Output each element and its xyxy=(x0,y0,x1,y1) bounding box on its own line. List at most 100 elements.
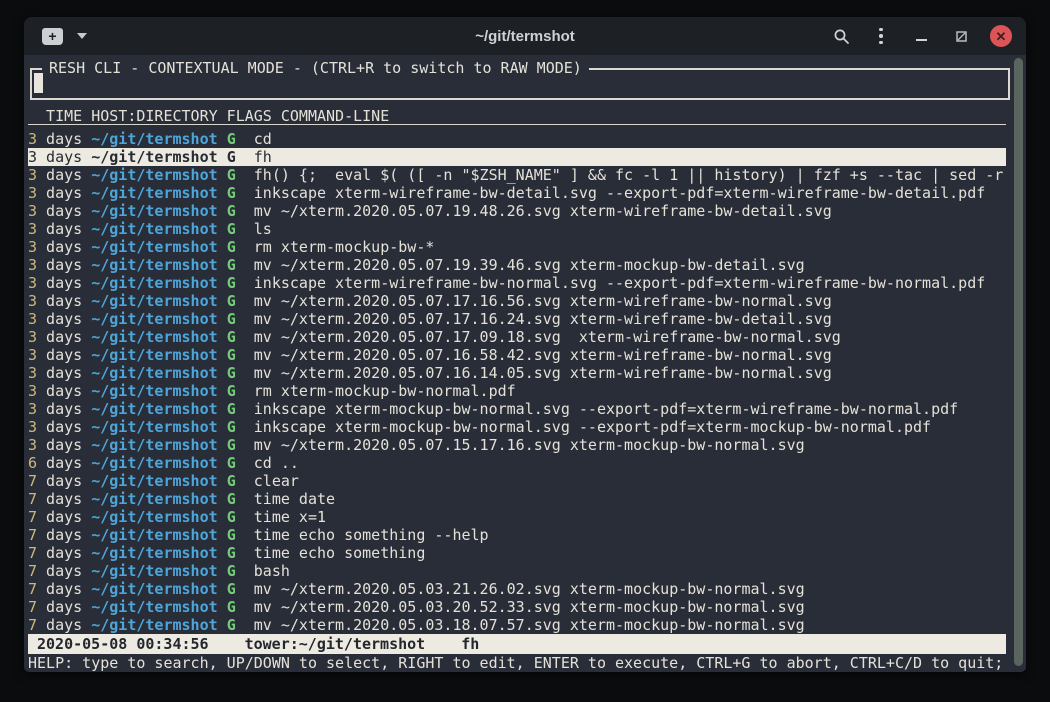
history-row[interactable]: 3 days ~/git/termshot G fh xyxy=(28,148,1006,166)
close-button[interactable]: ✕ xyxy=(990,25,1012,47)
history-row[interactable]: 6 days ~/git/termshot G cd .. xyxy=(28,454,1006,472)
cell-command: inkscape xterm-mockup-bw-normal.svg --ex… xyxy=(254,400,958,418)
history-row[interactable]: 3 days ~/git/termshot G inkscape xterm-m… xyxy=(28,418,1006,436)
cell-command: time date xyxy=(254,490,335,508)
cell-command: mv ~/xterm.2020.05.03.20.52.33.svg xterm… xyxy=(254,598,805,616)
history-row[interactable]: 7 days ~/git/termshot G time date xyxy=(28,490,1006,508)
cell-command: bash xyxy=(254,562,290,580)
menu-button[interactable] xyxy=(870,25,892,47)
history-row[interactable]: 7 days ~/git/termshot G time x=1 xyxy=(28,508,1006,526)
status-command: fh xyxy=(461,635,479,653)
cell-time-number: 7 xyxy=(28,508,37,526)
cell-command: mv ~/xterm.2020.05.03.21.26.02.svg xterm… xyxy=(254,580,805,598)
cell-flags: G xyxy=(227,346,236,364)
history-row[interactable]: 7 days ~/git/termshot G bash xyxy=(28,562,1006,580)
cell-directory: ~/git/termshot xyxy=(91,418,217,436)
titlebar[interactable]: ~/git/termshot + xyxy=(24,17,1026,55)
cell-time-number: 3 xyxy=(28,202,37,220)
history-row[interactable]: 3 days ~/git/termshot G inkscape xterm-w… xyxy=(28,184,1006,202)
cell-time-number: 3 xyxy=(28,400,37,418)
cell-directory: ~/git/termshot xyxy=(91,166,217,184)
cell-command: inkscape xterm-wireframe-bw-normal.svg -… xyxy=(254,274,986,292)
resh-search-input[interactable]: RESH CLI - CONTEXTUAL MODE - (CTRL+R to … xyxy=(30,68,1010,100)
cell-directory: ~/git/termshot xyxy=(91,472,217,490)
history-row[interactable]: 3 days ~/git/termshot G mv ~/xterm.2020.… xyxy=(28,436,1006,454)
chevron-down-icon[interactable] xyxy=(77,33,87,39)
cell-directory: ~/git/termshot xyxy=(91,130,217,148)
cell-command: mv ~/xterm.2020.05.07.17.09.18.svg xterm… xyxy=(254,328,841,346)
cell-command: inkscape xterm-mockup-bw-normal.svg --ex… xyxy=(254,418,931,436)
history-row[interactable]: 7 days ~/git/termshot G mv ~/xterm.2020.… xyxy=(28,598,1006,616)
cell-flags: G xyxy=(227,148,236,166)
history-row[interactable]: 3 days ~/git/termshot G mv ~/xterm.2020.… xyxy=(28,364,1006,382)
cell-flags: G xyxy=(227,328,236,346)
cell-command: mv ~/xterm.2020.05.07.19.48.26.svg xterm… xyxy=(254,202,832,220)
history-row[interactable]: 7 days ~/git/termshot G time echo someth… xyxy=(28,526,1006,544)
status-location: tower:~/git/termshot xyxy=(245,635,426,653)
history-row[interactable]: 3 days ~/git/termshot G rm xterm-mockup-… xyxy=(28,238,1006,256)
cell-time-number: 3 xyxy=(28,238,37,256)
cell-directory: ~/git/termshot xyxy=(91,364,217,382)
history-row[interactable]: 3 days ~/git/termshot G inkscape xterm-m… xyxy=(28,400,1006,418)
cell-command: rm xterm-mockup-bw-* xyxy=(254,238,435,256)
cell-directory: ~/git/termshot xyxy=(91,580,217,598)
close-icon: ✕ xyxy=(996,30,1007,43)
cell-flags: G xyxy=(227,544,236,562)
history-rows: 3 days ~/git/termshot G cd3 days ~/git/t… xyxy=(28,130,1006,634)
cell-time-number: 7 xyxy=(28,544,37,562)
history-row[interactable]: 3 days ~/git/termshot G rm xterm-mockup-… xyxy=(28,382,1006,400)
history-row[interactable]: 3 days ~/git/termshot G ls xyxy=(28,220,1006,238)
status-datetime: 2020-05-08 00:34:56 xyxy=(37,635,209,653)
cell-time-number: 3 xyxy=(28,418,37,436)
cell-directory: ~/git/termshot xyxy=(91,454,217,472)
history-row[interactable]: 3 days ~/git/termshot G inkscape xterm-w… xyxy=(28,274,1006,292)
cell-directory: ~/git/termshot xyxy=(91,274,217,292)
history-row[interactable]: 7 days ~/git/termshot G clear xyxy=(28,472,1006,490)
restore-button[interactable] xyxy=(950,25,972,47)
cell-flags: G xyxy=(227,436,236,454)
minimize-button[interactable] xyxy=(910,25,932,47)
history-row[interactable]: 3 days ~/git/termshot G cd xyxy=(28,130,1006,148)
history-row[interactable]: 3 days ~/git/termshot G mv ~/xterm.2020.… xyxy=(28,202,1006,220)
history-row[interactable]: 7 days ~/git/termshot G mv ~/xterm.2020.… xyxy=(28,616,1006,634)
scrollbar-thumb[interactable] xyxy=(1014,58,1023,666)
new-tab-button[interactable]: + xyxy=(42,28,63,45)
plus-icon: + xyxy=(48,29,56,43)
cell-flags: G xyxy=(227,598,236,616)
cell-time-number: 7 xyxy=(28,472,37,490)
cell-directory: ~/git/termshot xyxy=(91,436,217,454)
cell-flags: G xyxy=(227,292,236,310)
help-bar: HELP: type to search, UP/DOWN to select,… xyxy=(28,654,1018,672)
cell-time-number: 6 xyxy=(28,454,37,472)
cell-time-number: 3 xyxy=(28,436,37,454)
history-row[interactable]: 3 days ~/git/termshot G fh() {; eval $( … xyxy=(28,166,1006,184)
cell-command: time echo something --help xyxy=(254,526,489,544)
cell-time-number: 3 xyxy=(28,184,37,202)
cell-time-number: 3 xyxy=(28,274,37,292)
cell-flags: G xyxy=(227,166,236,184)
history-row[interactable]: 3 days ~/git/termshot G mv ~/xterm.2020.… xyxy=(28,256,1006,274)
cell-command: ls xyxy=(254,220,272,238)
search-button[interactable] xyxy=(830,25,852,47)
history-row[interactable]: 7 days ~/git/termshot G time echo someth… xyxy=(28,544,1006,562)
cell-command: mv ~/xterm.2020.05.07.16.58.42.svg xterm… xyxy=(254,346,832,364)
cell-command: fh xyxy=(254,148,272,166)
cell-flags: G xyxy=(227,526,236,544)
cell-flags: G xyxy=(227,418,236,436)
history-row[interactable]: 3 days ~/git/termshot G mv ~/xterm.2020.… xyxy=(28,346,1006,364)
cell-time-number: 3 xyxy=(28,148,37,166)
cell-command: inkscape xterm-wireframe-bw-detail.svg -… xyxy=(254,184,986,202)
cell-time-number: 7 xyxy=(28,598,37,616)
history-row[interactable]: 3 days ~/git/termshot G mv ~/xterm.2020.… xyxy=(28,310,1006,328)
cell-command: rm xterm-mockup-bw-normal.pdf xyxy=(254,382,516,400)
cell-flags: G xyxy=(227,562,236,580)
history-row[interactable]: 3 days ~/git/termshot G mv ~/xterm.2020.… xyxy=(28,292,1006,310)
cell-directory: ~/git/termshot xyxy=(91,490,217,508)
cell-flags: G xyxy=(227,580,236,598)
history-row[interactable]: 3 days ~/git/termshot G mv ~/xterm.2020.… xyxy=(28,328,1006,346)
cell-command: mv ~/xterm.2020.05.07.17.16.56.svg xterm… xyxy=(254,292,832,310)
cell-time-number: 7 xyxy=(28,490,37,508)
cell-directory: ~/git/termshot xyxy=(91,292,217,310)
cell-command: time echo something xyxy=(254,544,426,562)
history-row[interactable]: 7 days ~/git/termshot G mv ~/xterm.2020.… xyxy=(28,580,1006,598)
